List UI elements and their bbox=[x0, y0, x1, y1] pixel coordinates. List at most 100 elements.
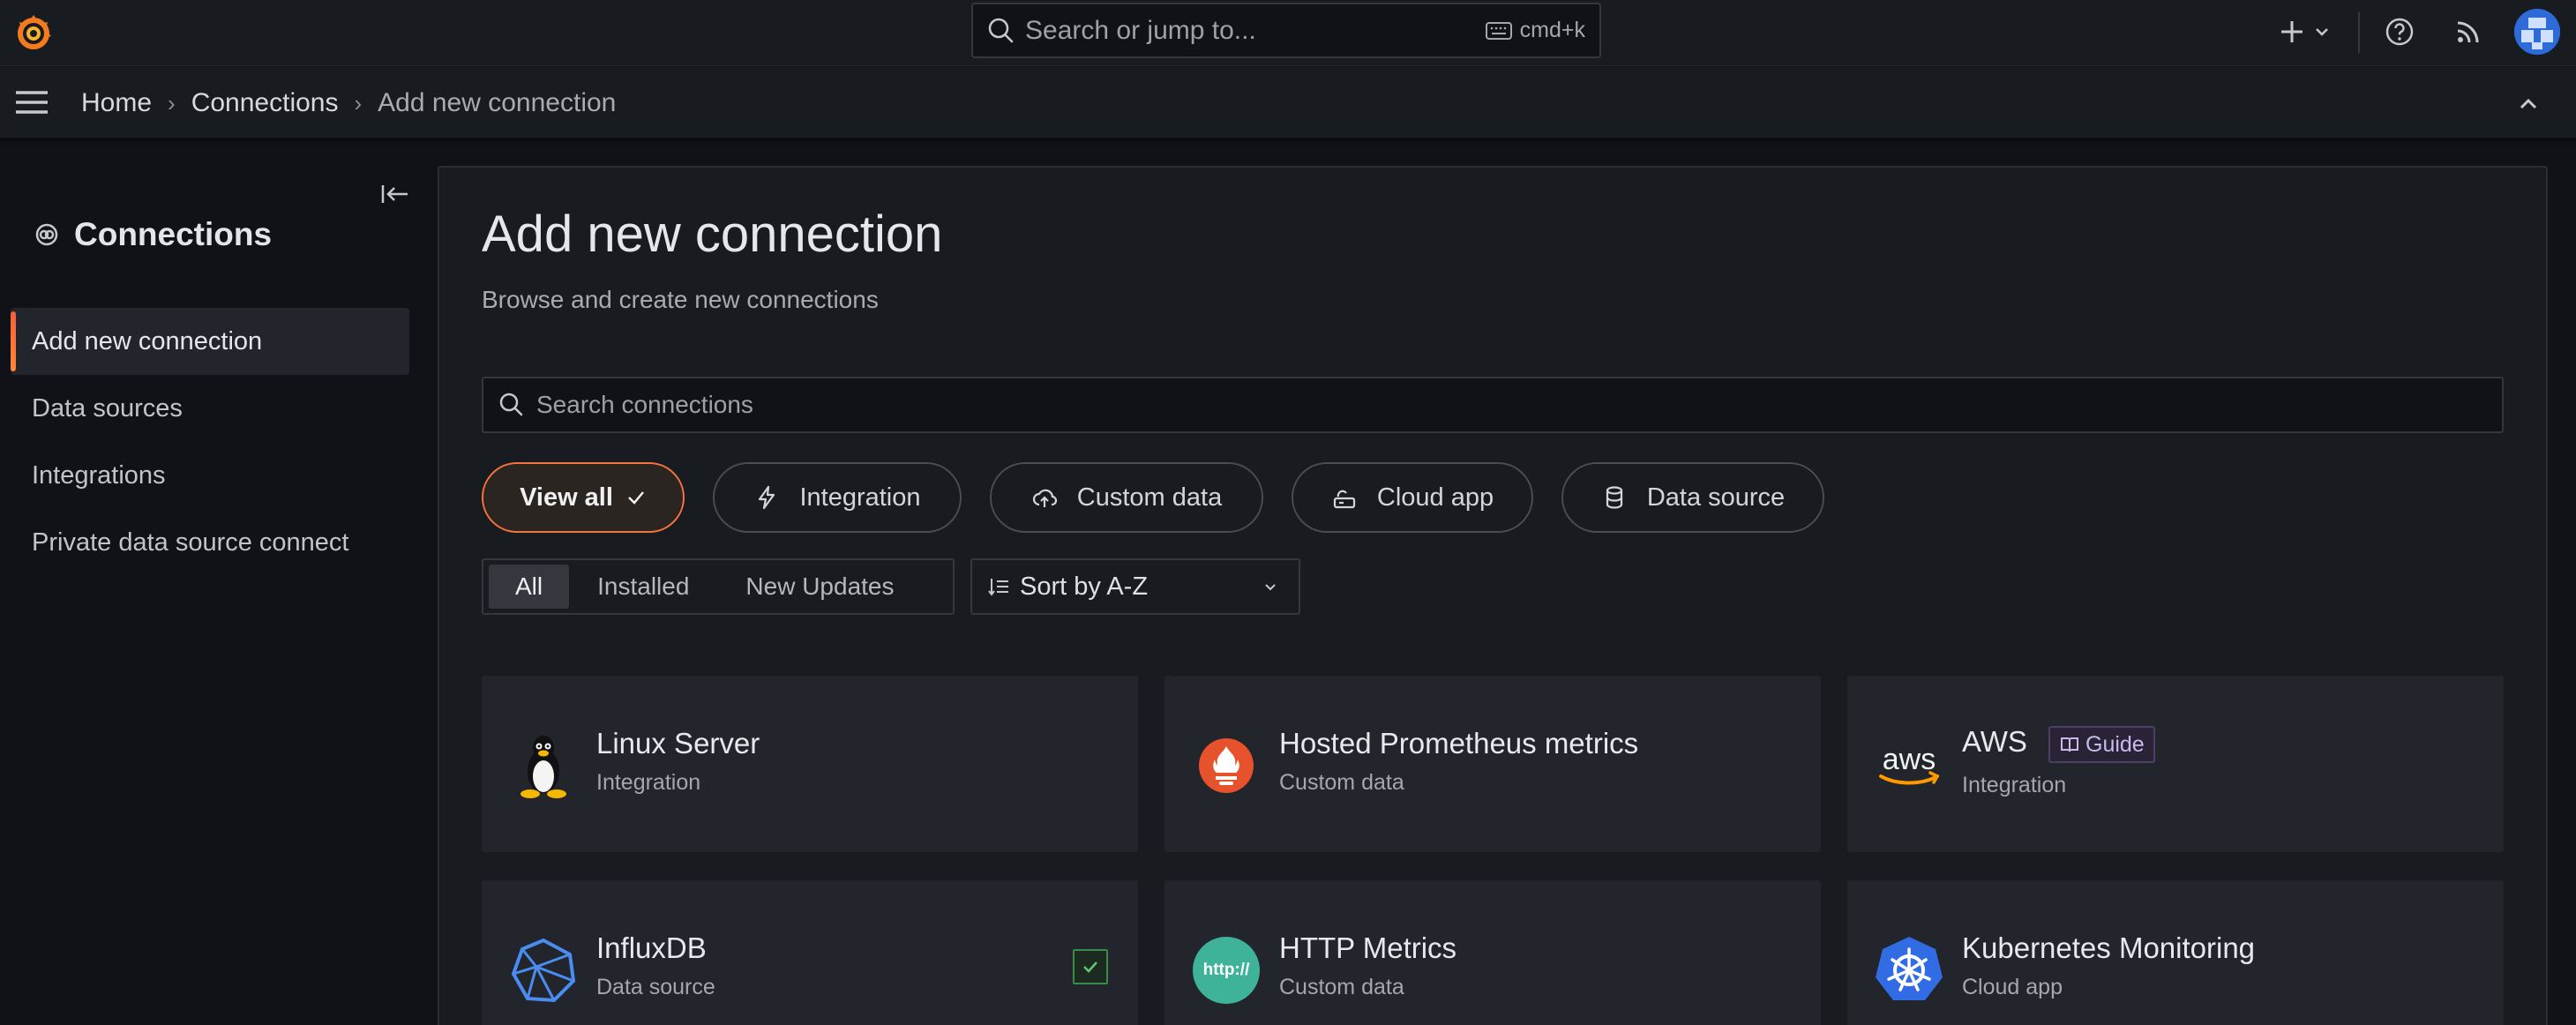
card-type: Integration bbox=[1962, 773, 2067, 797]
status-filter-group: All Installed New Updates bbox=[482, 558, 955, 615]
page-title: Add new connection bbox=[482, 206, 943, 263]
chevron-down-icon bbox=[2316, 28, 2328, 36]
kubernetes-icon bbox=[1874, 935, 1944, 1006]
bolt-icon bbox=[759, 485, 775, 510]
filter-custom-data[interactable]: Custom data bbox=[990, 462, 1263, 533]
card-title: AWS bbox=[1962, 725, 2027, 758]
topbar-divider bbox=[2358, 12, 2360, 53]
filter-view-all[interactable]: View all bbox=[482, 462, 685, 533]
card-title: Linux Server bbox=[596, 727, 760, 759]
keyboard-icon bbox=[1485, 21, 1512, 40]
card-title: Kubernetes Monitoring bbox=[1962, 931, 2256, 964]
installed-check-icon bbox=[1073, 949, 1108, 984]
search-connections-input[interactable] bbox=[536, 383, 2502, 427]
svg-text:aws: aws bbox=[1883, 743, 1936, 776]
breadcrumb-bar: Home › Connections › Add new connection bbox=[0, 67, 2576, 139]
sidebar-item-data-sources[interactable]: Data sources bbox=[11, 375, 409, 442]
aws-icon: aws bbox=[1874, 730, 1944, 801]
sidebar-title-text: Connections bbox=[74, 216, 273, 252]
page-subtitle: Browse and create new connections bbox=[482, 286, 879, 313]
filter-integration[interactable]: Integration bbox=[713, 462, 962, 533]
connection-card-http-metrics[interactable]: http:// HTTP Metrics Custom data bbox=[1164, 880, 1821, 1025]
chevron-down-icon bbox=[1265, 584, 1276, 591]
chevron-up-icon bbox=[2520, 98, 2537, 109]
filter-label: Integration bbox=[799, 483, 921, 512]
sort-select[interactable]: Sort by A-Z bbox=[970, 558, 1300, 615]
plus-icon bbox=[2281, 21, 2303, 42]
guide-badge-label: Guide bbox=[2086, 731, 2145, 757]
sidebar-item-integrations[interactable]: Integrations bbox=[11, 442, 409, 509]
dock-left-icon bbox=[381, 185, 408, 203]
filter-label: Cloud app bbox=[1376, 483, 1494, 512]
filter-cloud-app[interactable]: Cloud app bbox=[1292, 462, 1533, 533]
sidebar-item-label: Integrations bbox=[32, 460, 166, 490]
sidebar-item-label: Add new connection bbox=[32, 326, 263, 355]
sort-value: Sort by A-Z bbox=[1020, 572, 1149, 601]
sidebar-title: Connections bbox=[34, 216, 272, 253]
breadcrumb-current: Add new connection bbox=[378, 88, 617, 117]
influxdb-icon bbox=[508, 935, 579, 1006]
card-type: Integration bbox=[596, 770, 701, 795]
status-filter-installed[interactable]: Installed bbox=[569, 565, 717, 609]
database-icon bbox=[1606, 486, 1622, 509]
filter-label: View all bbox=[520, 483, 613, 512]
collapse-header-button[interactable] bbox=[2511, 86, 2546, 122]
status-filter-all[interactable]: All bbox=[489, 565, 570, 609]
breadcrumb-separator: › bbox=[354, 89, 363, 116]
cloud-app-icon bbox=[1333, 490, 1355, 509]
status-filter-new-updates[interactable]: New Updates bbox=[717, 565, 922, 609]
connections-icon bbox=[35, 223, 58, 246]
sidebar-item-label: Data sources bbox=[32, 393, 183, 423]
card-type: Custom data bbox=[1279, 770, 1404, 795]
http-logo-text: http:// bbox=[1202, 961, 1250, 979]
card-title: InfluxDB bbox=[596, 931, 707, 964]
new-menu-button[interactable] bbox=[2274, 11, 2336, 53]
main-panel: Add new connection Browse and create new… bbox=[438, 166, 2548, 1025]
filter-data-source[interactable]: Data source bbox=[1561, 462, 1824, 533]
http-icon: http:// bbox=[1191, 935, 1262, 1006]
check-icon bbox=[628, 491, 644, 505]
help-button[interactable] bbox=[2380, 11, 2419, 53]
shortcut-hint: cmd+k bbox=[1519, 18, 1585, 42]
section-sidebar bbox=[0, 141, 423, 1025]
sidebar-item-add-new-connection[interactable]: Add new connection bbox=[11, 308, 409, 375]
sidebar-item-private-data-source-connect[interactable]: Private data source connect bbox=[11, 509, 409, 576]
card-type: Cloud app bbox=[1962, 975, 2063, 999]
global-search-input[interactable]: Search or jump to... cmd+k bbox=[971, 3, 1601, 58]
connection-card-linux-server[interactable]: Linux Server Integration bbox=[482, 676, 1138, 852]
connection-card-aws[interactable]: aws AWS Guide Integration bbox=[1847, 676, 2504, 852]
breadcrumb: Home › Connections › Add new connection bbox=[81, 67, 616, 139]
card-type: Data source bbox=[596, 975, 715, 999]
filter-label: Data source bbox=[1646, 483, 1786, 512]
linux-tux-icon bbox=[508, 730, 579, 801]
top-bar: Search or jump to... cmd+k bbox=[0, 0, 2576, 66]
hamburger-icon bbox=[16, 91, 48, 114]
help-icon bbox=[2385, 18, 2414, 46]
grafana-logo-icon[interactable] bbox=[12, 11, 55, 54]
news-button[interactable] bbox=[2449, 11, 2488, 53]
search-icon bbox=[499, 393, 523, 416]
menu-toggle-button[interactable] bbox=[12, 85, 51, 120]
connection-card-kubernetes-monitoring[interactable]: Kubernetes Monitoring Cloud app bbox=[1847, 880, 2504, 1025]
card-title: Hosted Prometheus metrics bbox=[1279, 727, 1639, 759]
card-title: HTTP Metrics bbox=[1279, 931, 1457, 964]
sidebar-dock-button[interactable] bbox=[378, 178, 413, 210]
connections-search bbox=[482, 377, 2504, 433]
connection-card-influxdb[interactable]: InfluxDB Data source bbox=[482, 880, 1138, 1025]
breadcrumb-separator: › bbox=[168, 89, 176, 116]
search-icon bbox=[988, 18, 1014, 42]
breadcrumb-home[interactable]: Home bbox=[81, 88, 152, 118]
breadcrumb-connections[interactable]: Connections bbox=[191, 88, 339, 118]
connection-card-hosted-prometheus[interactable]: Hosted Prometheus metrics Custom data bbox=[1164, 676, 1821, 852]
sort-icon bbox=[988, 579, 1008, 596]
global-search-placeholder: Search or jump to... bbox=[1025, 15, 1256, 45]
guide-badge[interactable]: Guide bbox=[2048, 726, 2155, 763]
user-avatar[interactable] bbox=[2514, 9, 2560, 55]
book-icon bbox=[2061, 737, 2078, 752]
sidebar-item-label: Private data source connect bbox=[32, 527, 349, 557]
rss-icon bbox=[2457, 21, 2479, 43]
filter-label: Custom data bbox=[1076, 483, 1223, 512]
prometheus-icon bbox=[1191, 730, 1262, 801]
cloud-upload-icon bbox=[1032, 489, 1057, 507]
card-type: Custom data bbox=[1279, 975, 1404, 999]
